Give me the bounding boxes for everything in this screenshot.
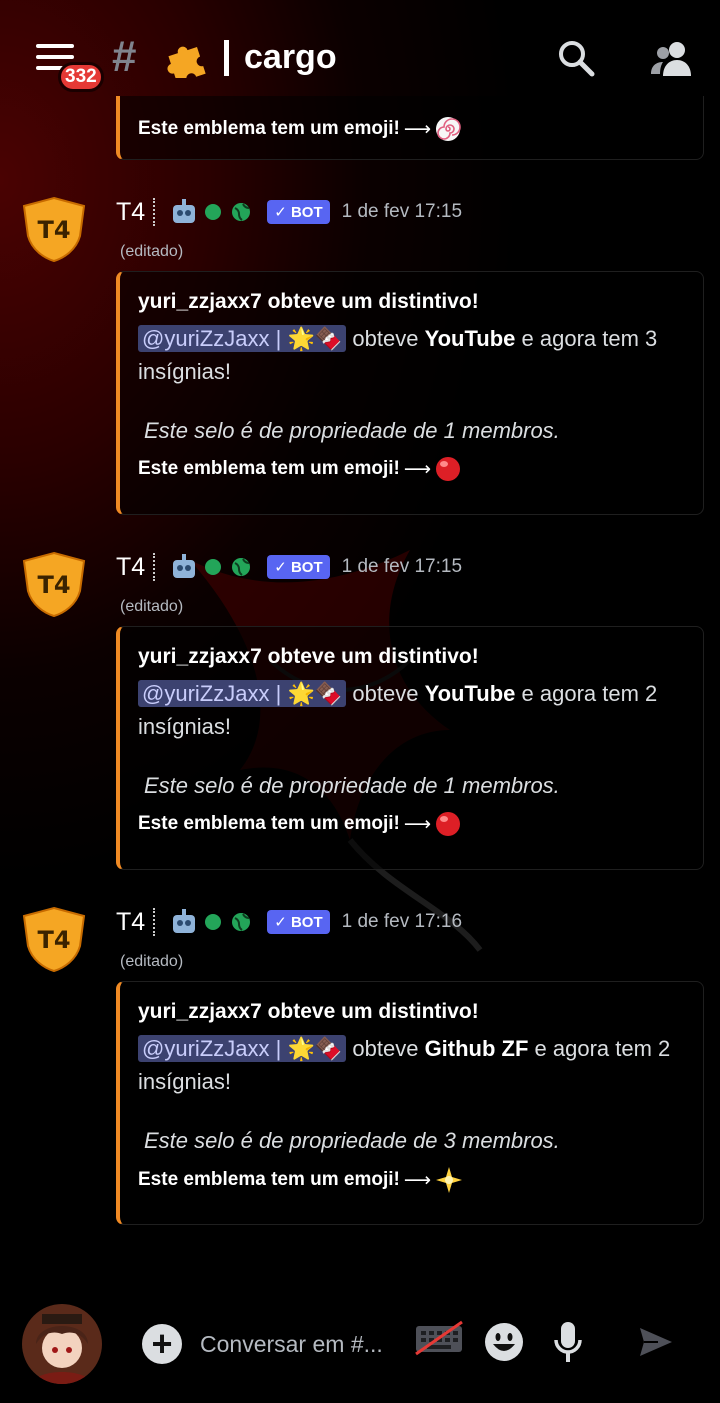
author-name[interactable]: T4 xyxy=(116,198,145,227)
bot-label: BOT xyxy=(290,558,323,576)
chocolate-icon: 🍫 xyxy=(314,681,343,706)
bot-tag: ✓ BOT xyxy=(267,200,330,224)
user-mention[interactable]: @yuriZzJaxx | 🌟🍫 xyxy=(138,680,347,707)
arrow: ⟶ xyxy=(403,458,432,480)
emblem-line: Este emblema tem um emoji! ⟶ xyxy=(138,811,683,837)
swirl-candy-icon xyxy=(436,117,461,141)
badge-name: YouTube xyxy=(424,681,516,706)
bot-label: BOT xyxy=(290,203,323,221)
search-icon[interactable] xyxy=(556,38,596,78)
svg-text:T4: T4 xyxy=(37,571,70,599)
badge-name: YouTube xyxy=(424,326,516,351)
microphone-icon[interactable] xyxy=(553,1320,583,1364)
sparkle-icon: 🌟 xyxy=(287,1036,315,1061)
sparkle-star-icon xyxy=(436,1167,463,1193)
name-separator xyxy=(153,198,156,226)
red-circle-icon xyxy=(436,812,461,836)
name-separator xyxy=(153,553,156,581)
emblem-line: Este emblema tem um emoji! ⟶ xyxy=(138,1166,683,1194)
obteve-text: obteve xyxy=(352,681,419,706)
timestamp: 1 de fev 17:15 xyxy=(341,556,463,577)
check-icon: ✓ xyxy=(274,559,291,576)
message-composer: + xyxy=(0,1290,720,1403)
bot-avatar[interactable]: T4 xyxy=(22,196,86,262)
puzzle-icon xyxy=(167,46,206,78)
arrow: ⟶ xyxy=(403,813,432,835)
ownership-text: Este selo é de propriedade de 1 membros. xyxy=(144,773,560,798)
name-separator xyxy=(153,908,156,936)
ownership-text: Este selo é de propriedade de 1 membros. xyxy=(144,418,560,443)
emblem-text: Este emblema tem um emoji! xyxy=(138,458,400,479)
message-header: T4 ✓ BOT 1 de fev 17:15 xyxy=(116,549,462,585)
bot-label: BOT xyxy=(290,913,323,931)
send-icon[interactable] xyxy=(638,1324,674,1360)
message-header: T4 ✓ BOT 1 de fev 17:16 xyxy=(116,904,462,940)
emblem-text: Este emblema tem um emoji! xyxy=(138,118,400,139)
emoji-icon[interactable] xyxy=(484,1322,524,1362)
sparkle-icon: 🌟 xyxy=(287,326,315,351)
globe-icon xyxy=(232,203,251,221)
ownership-text: Este selo é de propriedade de 3 membros. xyxy=(144,1128,560,1153)
embed-title: yuri_zzjaxx7 obteve um distintivo! xyxy=(138,290,479,313)
bot-avatar[interactable]: T4 xyxy=(22,551,86,617)
sparkle-icon: 🌟 xyxy=(287,681,315,706)
chocolate-icon: 🍫 xyxy=(314,326,343,351)
embed-body: @yuriZzJaxx | 🌟🍫 obteve YouTube e agora … xyxy=(138,322,683,388)
online-status-icon xyxy=(205,204,222,220)
embed-body: @yuriZzJaxx | 🌟🍫 obteve YouTube e agora … xyxy=(138,677,683,743)
badge-name: Github ZF xyxy=(424,1036,529,1061)
badge-embed: yuri_zzjaxx7 obteve um distintivo! @yuri… xyxy=(116,271,704,515)
message-input[interactable] xyxy=(200,1324,400,1364)
online-status-icon xyxy=(205,914,222,930)
check-icon: ✓ xyxy=(274,204,291,221)
user-mention[interactable]: @yuriZzJaxx | 🌟🍫 xyxy=(138,325,347,352)
edited-label: (editado) xyxy=(120,243,184,260)
svg-text:T4: T4 xyxy=(37,926,70,954)
timestamp: 1 de fev 17:16 xyxy=(341,911,463,932)
svg-text:T4: T4 xyxy=(37,216,70,244)
channel-separator xyxy=(224,40,229,76)
message-header: T4 ✓ BOT 1 de fev 17:15 xyxy=(116,194,462,230)
globe-icon xyxy=(232,913,251,931)
members-icon[interactable] xyxy=(650,38,694,78)
notification-badge: 332 xyxy=(58,62,104,92)
add-attachment-button[interactable]: + xyxy=(142,1324,182,1364)
check-icon: ✓ xyxy=(274,914,291,931)
user-mention[interactable]: @yuriZzJaxx | 🌟🍫 xyxy=(138,1035,347,1062)
channel-name: cargo xyxy=(244,38,337,76)
emblem-line: Este emblema tem um emoji! ⟶ xyxy=(138,456,683,482)
arrow: ⟶ xyxy=(403,118,432,140)
robot-icon xyxy=(173,909,196,933)
embed-body: @yuriZzJaxx | 🌟🍫 obteve Github ZF e agor… xyxy=(138,1032,683,1098)
badge-embed: yuri_zzjaxx7 obteve um distintivo! @yuri… xyxy=(116,981,704,1225)
badge-embed: yuri_zzjaxx7 obteve um distintivo! @yuri… xyxy=(116,626,704,870)
author-name[interactable]: T4 xyxy=(116,908,145,937)
bot-avatar[interactable]: T4 xyxy=(22,906,86,972)
timestamp: 1 de fev 17:15 xyxy=(341,201,463,222)
edited-label: (editado) xyxy=(120,953,184,970)
globe-icon xyxy=(232,558,251,576)
edited-label: (editado) xyxy=(120,598,184,615)
emblem-text: Este emblema tem um emoji! xyxy=(138,1169,400,1190)
keyboard-off-icon[interactable] xyxy=(414,1320,464,1356)
bot-tag: ✓ BOT xyxy=(267,910,330,934)
embed-title: yuri_zzjaxx7 obteve um distintivo! xyxy=(138,1000,479,1023)
red-circle-icon xyxy=(436,457,461,481)
emblem-line: Este emblema tem um emoji! ⟶ xyxy=(138,116,683,142)
author-name[interactable]: T4 xyxy=(116,553,145,582)
emblem-text: Este emblema tem um emoji! xyxy=(138,813,400,834)
channel-hash-icon: # xyxy=(112,32,137,81)
arrow: ⟶ xyxy=(403,1169,432,1191)
robot-icon xyxy=(173,199,196,223)
embed-title: yuri_zzjaxx7 obteve um distintivo! xyxy=(138,645,479,668)
online-status-icon xyxy=(205,559,222,575)
user-avatar[interactable] xyxy=(22,1304,102,1384)
bot-tag: ✓ BOT xyxy=(267,555,330,579)
obteve-text: obteve xyxy=(352,1036,419,1061)
partial-embed: Este emblema tem um emoji! ⟶ xyxy=(116,96,704,160)
obteve-text: obteve xyxy=(352,326,419,351)
chocolate-icon: 🍫 xyxy=(314,1036,343,1061)
robot-icon xyxy=(173,554,196,578)
